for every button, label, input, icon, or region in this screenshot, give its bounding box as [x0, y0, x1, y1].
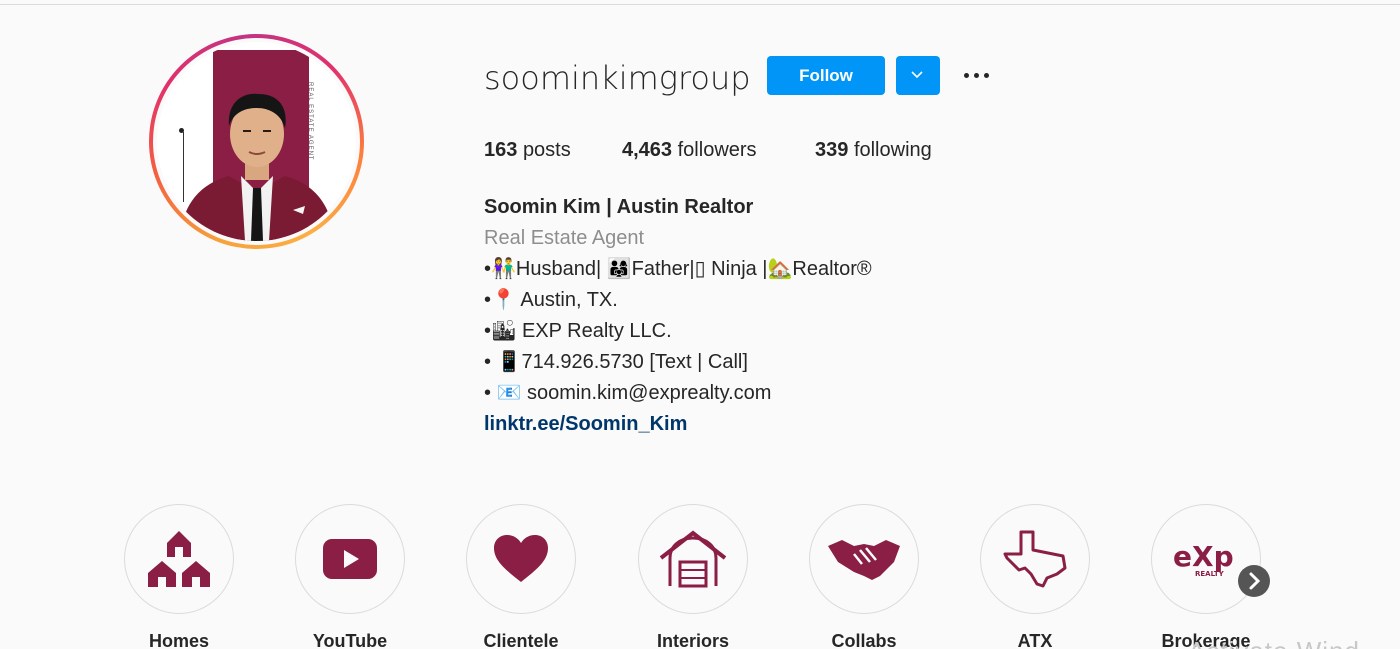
chevron-right-icon: [1249, 572, 1261, 590]
highlights-next-button[interactable]: [1238, 565, 1270, 597]
followers-stat[interactable]: 4,463 followers: [622, 137, 757, 163]
bio-line-family: •👫Husband| 👨‍👩‍👧Father|▯ Ninja |🏡Realtor…: [484, 258, 872, 280]
highlight-homes[interactable]: Homes: [124, 504, 234, 649]
bio-full-name: Soomin Kim | Austin Realtor: [484, 196, 754, 218]
youtube-icon: [323, 539, 377, 579]
svg-text:REALTY: REALTY: [1195, 570, 1225, 578]
highlight-youtube[interactable]: YouTube: [295, 504, 405, 649]
top-divider: [0, 4, 1400, 5]
svg-text:eXp: eXp: [1173, 540, 1234, 573]
handshake-icon: [828, 540, 900, 580]
bio-line-phone: • 📱714.926.5730 [Text | Call]: [484, 351, 748, 373]
follow-button[interactable]: Follow: [767, 56, 885, 95]
bio-line-location: •📍 Austin, TX.: [484, 289, 618, 311]
bio-line-company: •🏙 EXP Realty LLC.: [484, 320, 672, 342]
highlight-brokerage[interactable]: eXp REALTY Brokerage: [1151, 504, 1261, 649]
garage-icon: [659, 530, 727, 588]
more-options-icon[interactable]: [960, 62, 994, 90]
person-portrait: [179, 93, 335, 241]
bio-category: Real Estate Agent: [484, 227, 645, 249]
houses-icon: [148, 531, 210, 587]
highlight-collabs[interactable]: Collabs: [809, 504, 919, 649]
profile-avatar[interactable]: REAL ESTATE AGENT: [149, 34, 364, 249]
bio-website-link[interactable]: linktr.ee/Soomin_Kim: [484, 411, 687, 437]
chevron-down-icon: [911, 71, 923, 79]
activation-watermark: Activate Wind: [1188, 636, 1360, 649]
suggested-accounts-button[interactable]: [896, 56, 940, 95]
profile-username: soominkimgroup: [484, 59, 751, 97]
highlight-clientele[interactable]: Clientele: [466, 504, 576, 649]
highlight-interiors[interactable]: Interiors: [638, 504, 748, 649]
highlight-atx[interactable]: ATX: [980, 504, 1090, 649]
heart-icon: [494, 535, 548, 582]
texas-icon: [1003, 530, 1067, 588]
posts-stat: 163 posts: [484, 139, 571, 161]
exp-logo-icon: eXp REALTY: [1173, 540, 1234, 578]
following-stat[interactable]: 339 following: [815, 137, 932, 163]
bio-line-email: • 📧 soomin.kim@exprealty.com: [484, 382, 772, 404]
